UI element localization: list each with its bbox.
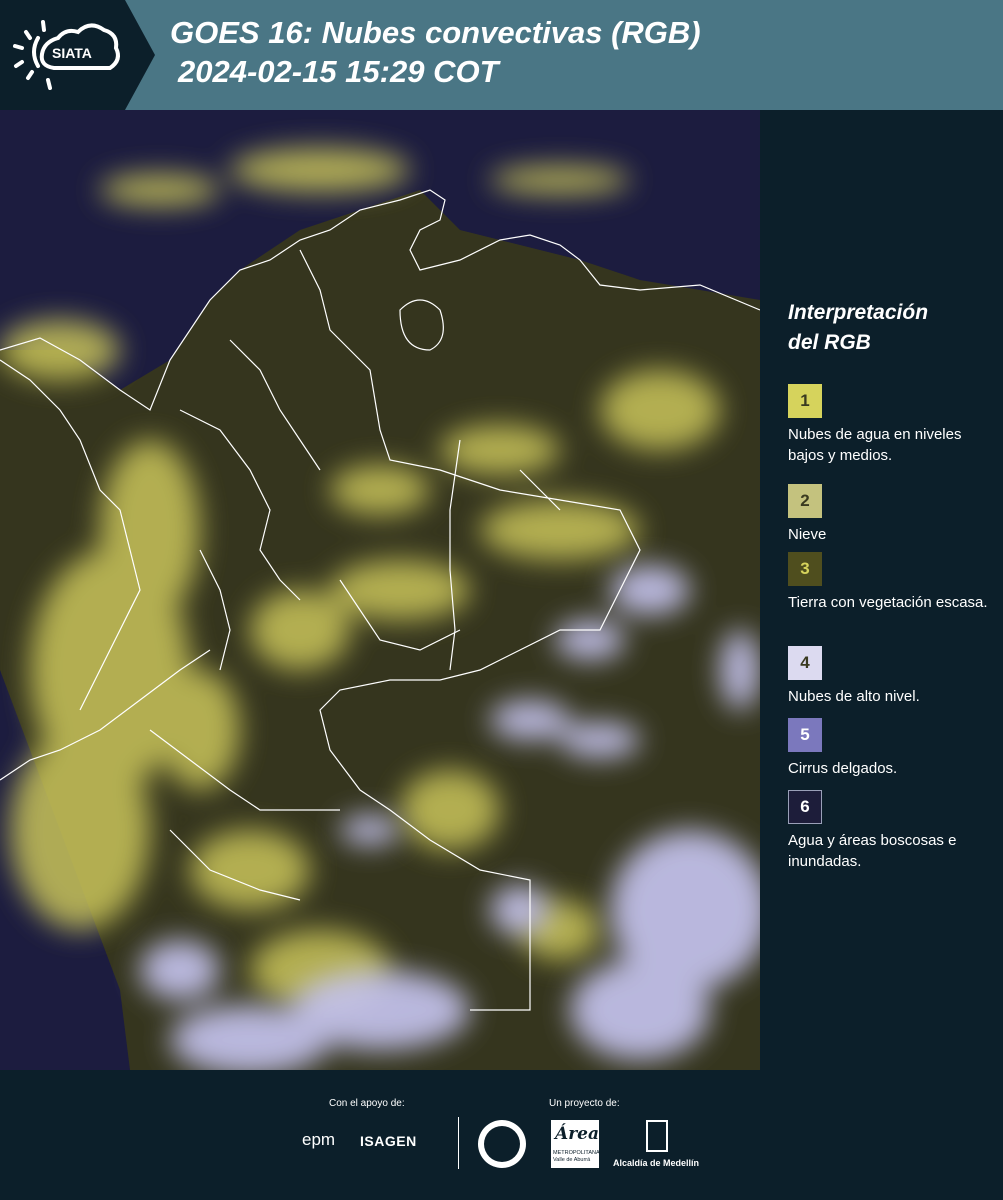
legend-swatch: 5 (788, 718, 822, 752)
legend-item: 2 Nieve (788, 484, 988, 545)
footer: Con el apoyo de: Un proyecto de: epm ISA… (0, 1070, 1003, 1200)
legend-title-line1: Interpretación (788, 301, 929, 324)
isagen-logo: ISAGEN (360, 1133, 417, 1149)
footer-divider (458, 1117, 459, 1169)
legend-swatch: 1 (788, 384, 822, 418)
legend-label: Agua y áreas boscosas e inundadas. (788, 832, 957, 870)
epm-logo: epm (302, 1130, 336, 1149)
area-metropolitana-logo: Área METROPOLITANA Valle de Aburrá (551, 1120, 599, 1168)
area-logo-title: Área (555, 1124, 599, 1144)
legend-title: Interpretación del RGB (788, 298, 993, 358)
header-bar: SIATA GOES 16: Nubes convectivas (RGB) 2… (0, 0, 1003, 110)
page-title: GOES 16: Nubes convectivas (RGB) (170, 15, 701, 50)
siata-logo-text: SIATA (52, 45, 92, 61)
siata-logo: SIATA (0, 0, 155, 110)
project-label: Un proyecto de: (549, 1098, 620, 1109)
legend-label: Nubes de agua en niveles bajos y medios. (788, 426, 962, 464)
legend-label: Nubes de alto nivel. (788, 688, 920, 705)
legend-swatch: 3 (788, 552, 822, 586)
legend-swatch: 2 (788, 484, 822, 518)
page-timestamp: 2024-02-15 15:29 COT (178, 54, 499, 89)
support-label: Con el apoyo de: (329, 1098, 405, 1109)
satellite-map[interactable] (0, 110, 760, 1070)
legend-item: 1 Nubes de agua en niveles bajos y medios… (788, 384, 988, 466)
legend-label: Cirrus delgados. (788, 760, 898, 777)
alcaldia-logo-text: Alcaldía de Medellín (613, 1158, 700, 1168)
legend-item: 5 Cirrus delgados. (788, 718, 988, 779)
legend-item: 3 Tierra con vegetación escasa. (788, 552, 988, 613)
legend-label: Nieve (788, 526, 827, 543)
medellin-seal-icon (478, 1120, 526, 1168)
legend-label: Tierra con vegetación escasa. (788, 594, 988, 611)
rgb-legend: Interpretación del RGB 1 Nubes de agua en… (788, 298, 993, 870)
legend-title-line2: del RGB (788, 331, 871, 354)
legend-swatch: 6 (788, 790, 822, 824)
area-logo-subtitle: METROPOLITANA Valle de Aburrá (553, 1150, 600, 1163)
legend-item: 4 Nubes de alto nivel. (788, 646, 988, 707)
legend-swatch: 4 (788, 646, 822, 680)
legend-item: 6 Agua y áreas boscosas e inundadas. (788, 790, 988, 872)
alcaldia-shield-icon (646, 1120, 668, 1152)
